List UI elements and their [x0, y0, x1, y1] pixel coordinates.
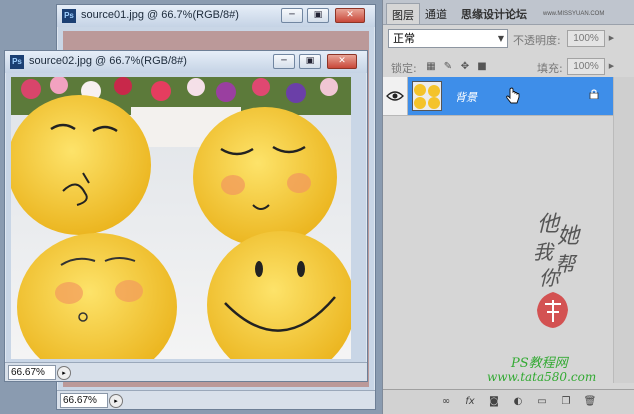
tab-layers[interactable]: 图层: [386, 3, 420, 24]
blend-mode-select[interactable]: 正常 ▼: [388, 29, 508, 48]
restore-button[interactable]: ▣: [307, 8, 329, 23]
window-title: source02.jpg @ 66.7%(RGB/8#): [29, 55, 187, 67]
red-seal-icon: [537, 292, 568, 328]
document-window-source02[interactable]: Ps source02.jpg @ 66.7%(RGB/8#) ─ ▣ ✕ 66…: [4, 50, 368, 382]
lock-all-icon[interactable]: ■: [476, 61, 488, 73]
lock-move-icon[interactable]: ✥: [459, 61, 471, 73]
website-text: www.MISSYUAN.COM: [543, 11, 605, 17]
zoom-input[interactable]: 66.67%: [8, 365, 56, 380]
title-bar[interactable]: Ps source01.jpg @ 66.7%(RGB/8#) ─ ▣ ✕: [57, 5, 375, 27]
fill-label: 填充:: [537, 62, 563, 75]
close-button[interactable]: ✕: [335, 8, 365, 23]
new-layer-icon[interactable]: ❐: [559, 396, 573, 408]
fill-input[interactable]: 100%: [567, 58, 605, 75]
visibility-toggle[interactable]: [383, 77, 408, 115]
minimize-button[interactable]: ─: [273, 54, 295, 69]
status-bar: 66.67% ▸: [57, 390, 375, 409]
padlock-icon: [589, 89, 599, 99]
opacity-input[interactable]: 100%: [567, 30, 605, 47]
restore-button[interactable]: ▣: [299, 54, 321, 69]
smiley-plush-photo: [11, 77, 351, 359]
eye-icon: [386, 91, 404, 101]
navigator-icon[interactable]: ▸: [109, 394, 123, 408]
navigator-icon[interactable]: ▸: [57, 366, 71, 380]
watermark-line2: www.tata580.com: [487, 370, 597, 384]
lock-transparent-icon[interactable]: ▦: [425, 61, 437, 73]
blend-mode-value: 正常: [393, 32, 415, 45]
lock-label: 锁定:: [391, 62, 417, 75]
close-button[interactable]: ✕: [327, 54, 357, 69]
photoshop-icon: Ps: [10, 55, 24, 69]
layers-panel: 图层 通道 思缘设计论坛 www.MISSYUAN.COM 正常 ▼ 不透明度:…: [382, 0, 634, 414]
panel-tabs: 图层 通道 思缘设计论坛 www.MISSYUAN.COM: [383, 0, 634, 25]
title-bar[interactable]: Ps source02.jpg @ 66.7%(RGB/8#) ─ ▣ ✕: [5, 51, 367, 73]
chevron-down-icon: ▼: [497, 34, 504, 43]
opacity-slider-arrow-icon[interactable]: ▶: [606, 30, 617, 47]
tab-channels[interactable]: 通道: [425, 6, 447, 22]
calligraphy-char: 她: [557, 224, 580, 249]
opacity-label: 不透明度:: [513, 34, 561, 47]
layer-name[interactable]: 背景: [455, 89, 477, 105]
fill-slider-arrow-icon[interactable]: ▶: [606, 58, 617, 75]
layer-thumbnail: [412, 81, 442, 111]
minimize-button[interactable]: ─: [281, 8, 303, 23]
layer-row[interactable]: 背景: [383, 77, 613, 116]
calligraphy-char: 你: [539, 266, 559, 290]
layers-scrollbar[interactable]: [613, 77, 634, 383]
selected-layer[interactable]: 背景: [408, 77, 613, 115]
new-group-icon[interactable]: ▭: [535, 396, 549, 408]
watermark-line1: PS教程网: [511, 356, 568, 371]
delete-layer-icon[interactable]: 🗑: [583, 396, 597, 408]
layer-style-icon[interactable]: fx: [463, 396, 477, 408]
calligraphy-char: 他: [537, 212, 560, 237]
hand-cursor-icon: [506, 87, 520, 104]
link-layers-icon[interactable]: ∞: [439, 396, 453, 408]
layers-bottom-toolbar: ∞ fx ◙ ◐ ▭ ❐ 🗑: [383, 389, 634, 414]
tab-forum[interactable]: 思缘设计论坛: [461, 6, 527, 22]
document-canvas[interactable]: [11, 77, 351, 359]
calligraphy-char: 我: [533, 240, 553, 264]
lock-brush-icon[interactable]: ✎: [442, 61, 454, 73]
window-title: source01.jpg @ 66.7%(RGB/8#): [81, 9, 239, 21]
zoom-input[interactable]: 66.67%: [60, 393, 108, 408]
adjustment-layer-icon[interactable]: ◐: [511, 396, 525, 408]
photoshop-icon: Ps: [62, 9, 76, 23]
add-mask-icon[interactable]: ◙: [487, 396, 501, 408]
status-bar: 66.67% ▸: [5, 362, 367, 381]
